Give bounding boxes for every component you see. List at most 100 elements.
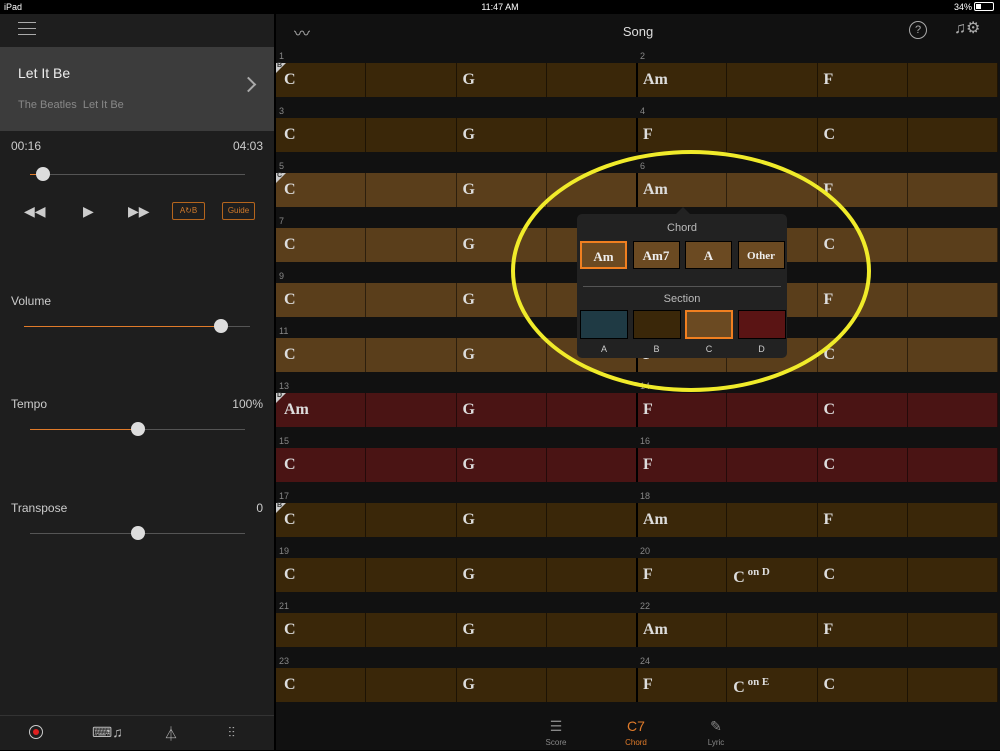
beat-cell[interactable]: C	[276, 338, 367, 372]
beat-cell[interactable]: C	[818, 338, 908, 372]
beat-cell[interactable]	[547, 173, 637, 207]
beat-cell[interactable]: C on E	[727, 668, 818, 702]
beat-cell[interactable]	[547, 63, 637, 97]
beat-cell[interactable]	[908, 173, 998, 207]
song-card[interactable]: Let It Be The Beatles Let It Be	[0, 47, 274, 131]
tab-score[interactable]: ☰ Score	[526, 718, 586, 747]
beat-cell[interactable]: C	[276, 118, 367, 152]
transpose-slider[interactable]	[30, 526, 245, 540]
chord-option-a[interactable]: A	[685, 241, 732, 269]
beat-cell[interactable]: G	[457, 283, 547, 317]
beat-cell[interactable]: F	[637, 118, 728, 152]
beat-cell[interactable]: CB	[276, 62, 367, 97]
beat-cell[interactable]	[547, 613, 637, 647]
record-button[interactable]	[29, 725, 43, 739]
music-settings-icon[interactable]: ♫⚙	[954, 18, 980, 38]
beat-cell[interactable]	[727, 393, 818, 427]
beat-cell[interactable]	[547, 668, 637, 702]
beat-cell[interactable]	[908, 448, 998, 482]
beat-cell[interactable]: C	[276, 283, 367, 317]
beat-cell[interactable]	[908, 228, 998, 262]
beat-cell[interactable]	[727, 118, 818, 152]
beat-cell[interactable]	[727, 613, 818, 647]
menu-icon[interactable]	[18, 22, 36, 36]
section-option-b[interactable]	[632, 310, 681, 339]
beat-cell[interactable]: Am	[637, 63, 728, 97]
beat-cell[interactable]: C	[818, 228, 908, 262]
beat-cell[interactable]	[908, 393, 998, 427]
beat-cell[interactable]	[908, 558, 998, 592]
beat-cell[interactable]: G	[457, 228, 547, 262]
metronome-icon[interactable]: ⏃	[164, 724, 178, 744]
beat-cell[interactable]	[366, 503, 457, 537]
beat-cell[interactable]: C	[276, 613, 367, 647]
beat-cell[interactable]	[366, 613, 457, 647]
beat-cell[interactable]	[547, 118, 637, 152]
beat-cell[interactable]: C	[276, 558, 367, 592]
beat-cell[interactable]	[366, 448, 457, 482]
beat-cell[interactable]	[908, 118, 998, 152]
beat-cell[interactable]: C	[818, 668, 908, 702]
transpose-slider-thumb[interactable]	[130, 526, 145, 540]
play-button[interactable]: ▶	[83, 203, 94, 220]
beat-cell[interactable]	[727, 503, 818, 537]
beat-cell[interactable]: C	[276, 448, 367, 482]
beat-cell[interactable]: G	[457, 558, 547, 592]
beat-cell[interactable]	[908, 503, 998, 537]
beat-cell[interactable]: Am	[637, 613, 728, 647]
beat-cell[interactable]: G	[457, 613, 547, 647]
beat-cell[interactable]: G	[457, 338, 547, 372]
help-icon[interactable]: ?	[909, 21, 927, 39]
tempo-slider-thumb[interactable]	[130, 422, 145, 436]
volume-slider[interactable]	[24, 319, 250, 333]
beat-cell[interactable]: G	[457, 173, 547, 207]
beat-cell[interactable]	[908, 668, 998, 702]
beat-cell[interactable]	[908, 63, 998, 97]
beat-cell[interactable]: F	[818, 63, 908, 97]
tab-lyric[interactable]: ✎ Lyric	[686, 718, 746, 747]
beat-cell[interactable]: C	[818, 118, 908, 152]
beat-cell[interactable]	[366, 283, 457, 317]
beat-cell[interactable]: F	[818, 283, 908, 317]
beat-cell[interactable]: C	[818, 448, 908, 482]
beat-cell[interactable]	[727, 63, 818, 97]
tab-chord[interactable]: C7 Chord	[606, 718, 666, 747]
beat-cell[interactable]: Am	[637, 503, 728, 537]
beat-cell[interactable]: C	[276, 228, 367, 262]
forward-button[interactable]: ▶▶	[128, 203, 150, 220]
beat-cell[interactable]: G	[457, 63, 547, 97]
beat-cell[interactable]: CB	[276, 502, 367, 537]
position-slider-thumb[interactable]	[35, 167, 50, 181]
volume-slider-thumb[interactable]	[213, 319, 228, 333]
beat-cell[interactable]: Am	[637, 173, 728, 207]
beat-cell[interactable]	[366, 63, 457, 97]
beat-cell[interactable]: G	[457, 393, 547, 427]
section-option-a[interactable]	[580, 310, 628, 339]
beat-cell[interactable]: G	[457, 503, 547, 537]
beat-cell[interactable]	[547, 558, 637, 592]
beat-cell[interactable]	[908, 338, 998, 372]
beat-cell[interactable]: C on D	[727, 558, 818, 592]
beat-cell[interactable]	[547, 448, 637, 482]
beat-cell[interactable]	[366, 338, 457, 372]
beat-cell[interactable]: F	[637, 558, 728, 592]
rewind-button[interactable]: ◀◀	[24, 203, 46, 220]
beat-cell[interactable]: F	[818, 503, 908, 537]
chord-option-am[interactable]: Am	[580, 241, 627, 269]
mixer-icon[interactable]: ⫶⫶	[228, 724, 235, 741]
section-option-c[interactable]	[685, 310, 733, 339]
section-option-d[interactable]	[737, 310, 786, 339]
import-icon[interactable]: ⌨♫	[92, 724, 123, 741]
beat-cell[interactable]	[547, 503, 637, 537]
guide-button[interactable]: Guide	[222, 202, 255, 220]
beat-cell[interactable]	[908, 613, 998, 647]
tempo-slider[interactable]	[30, 422, 245, 436]
ab-repeat-button[interactable]: A↻B	[172, 202, 205, 220]
beat-cell[interactable]	[366, 118, 457, 152]
beat-cell[interactable]: F	[818, 173, 908, 207]
beat-cell[interactable]: F	[637, 668, 728, 702]
position-slider[interactable]	[30, 167, 245, 181]
beat-cell[interactable]	[366, 668, 457, 702]
chord-option-am7[interactable]: Am7	[632, 241, 680, 269]
beat-cell[interactable]	[727, 173, 818, 207]
